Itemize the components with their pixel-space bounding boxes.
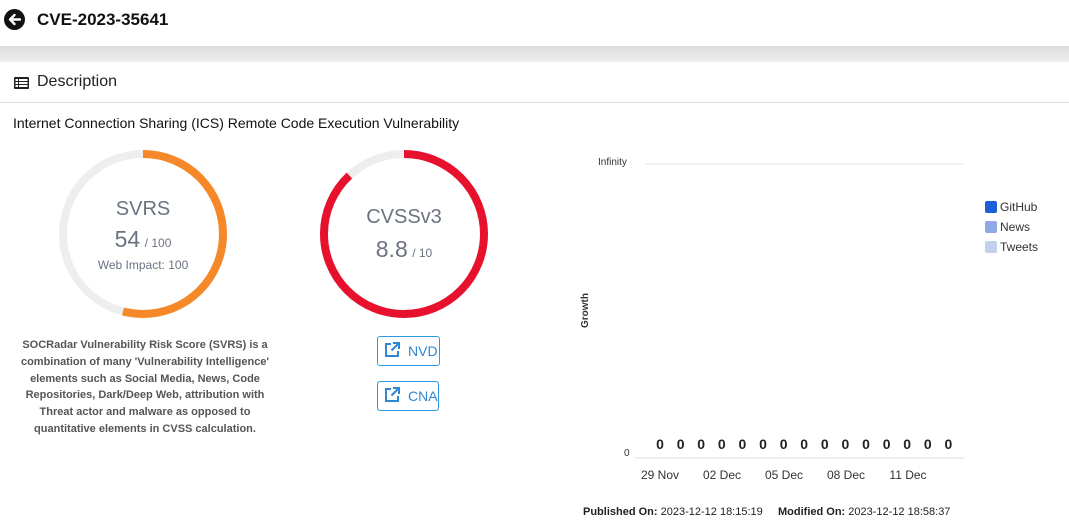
- bar-value-label: 0: [780, 436, 788, 452]
- legend-item-github[interactable]: GitHub: [985, 197, 1038, 217]
- bar-value-label: 0: [842, 436, 850, 452]
- y-tick-label-top: Infinity: [598, 157, 627, 168]
- legend-swatch-github: [985, 201, 997, 213]
- section-title: Description: [37, 73, 118, 90]
- bar-value-label: 0: [800, 436, 808, 452]
- bar-value-label: 0: [903, 436, 911, 452]
- y-axis-label: Growth: [580, 293, 591, 328]
- modified-label: Modified On:: [778, 506, 846, 518]
- svrs-gauge: SVRS 54 / 100 Web Impact: 100: [57, 148, 229, 320]
- nvd-link-label: NVD: [408, 343, 438, 359]
- published-label: Published On:: [583, 506, 658, 518]
- growth-chart-svg: Infinity 0 Growth 000000000000000 29 Nov…: [580, 157, 964, 482]
- y-tick-label-bottom: 0: [624, 448, 630, 459]
- x-tick-label: 08 Dec: [827, 468, 865, 482]
- bar-value-label: 0: [677, 436, 685, 452]
- svrs-score-line: 54 / 100: [57, 226, 229, 253]
- x-tick-label: 29 Nov: [641, 468, 679, 482]
- published-value: 2023-12-12 18:15:19: [660, 506, 763, 518]
- external-link-icon: [378, 341, 408, 362]
- header-divider: [0, 46, 1069, 62]
- x-tick-labels: 29 Nov 02 Dec 05 Dec 08 Dec 11 Dec: [641, 468, 927, 482]
- growth-chart: Infinity 0 Growth 000000000000000 29 Nov…: [570, 140, 1069, 520]
- legend-item-tweets[interactable]: Tweets: [985, 237, 1038, 257]
- cvss-gauge-arc: [320, 150, 488, 318]
- cvss-label: CVSSv3: [366, 206, 442, 228]
- svrs-label: SVRS: [115, 198, 171, 220]
- page-title: CVE-2023-35641: [37, 10, 169, 29]
- description-section-header: Description: [0, 62, 1069, 103]
- bar-value-label: 0: [924, 436, 932, 452]
- bar-value-label: 0: [883, 436, 891, 452]
- cvss-gauge: CVSSv3 8.8 / 10: [318, 148, 490, 320]
- cvss-score-line: 8.8 / 10: [318, 236, 490, 263]
- svrs-web-impact: Web Impact: 100: [97, 258, 189, 272]
- bar-value-label: 0: [718, 436, 726, 452]
- x-tick-label: 02 Dec: [703, 468, 741, 482]
- cna-link-label: CNA: [408, 388, 438, 404]
- bar-value-label: 0: [759, 436, 767, 452]
- vulnerability-description: Internet Connection Sharing (ICS) Remote…: [13, 115, 460, 131]
- list-icon: [14, 76, 29, 94]
- published-date: Published On: 2023-12-12 18:15:19: [583, 505, 763, 519]
- bar-value-label: 0: [862, 436, 870, 452]
- value-labels: 000000000000000: [656, 436, 952, 452]
- modified-value: 2023-12-12 18:58:37: [848, 506, 951, 518]
- top-bar: CVE-2023-35641: [0, 0, 1069, 46]
- cvss-max: / 10: [412, 246, 433, 260]
- external-link-icon: [378, 386, 408, 407]
- svrs-max: / 100: [144, 236, 172, 250]
- svrs-explanation: SOCRadar Vulnerability Risk Score (SVRS)…: [20, 339, 270, 435]
- nvd-link-button[interactable]: NVD: [377, 336, 440, 366]
- svrs-score: 54: [114, 226, 141, 252]
- modified-date: Modified On: 2023-12-12 18:58:37: [778, 505, 950, 519]
- cna-link-button[interactable]: CNA: [377, 381, 439, 411]
- bar-value-label: 0: [945, 436, 953, 452]
- cvss-score: 8.8: [375, 236, 408, 262]
- arrow-left-circle-icon[interactable]: [4, 9, 25, 30]
- x-tick-label: 05 Dec: [765, 468, 803, 482]
- legend-swatch-news: [985, 221, 997, 233]
- legend-label-github: GitHub: [1000, 200, 1038, 214]
- legend-label-tweets: Tweets: [1000, 240, 1039, 254]
- legend-item-news[interactable]: News: [985, 217, 1038, 237]
- bar-value-label: 0: [739, 436, 747, 452]
- bar-value-label: 0: [697, 436, 705, 452]
- bar-value-label: 0: [821, 436, 829, 452]
- legend-label-news: News: [1000, 220, 1031, 234]
- chart-legend: GitHub News Tweets: [985, 197, 1038, 257]
- bar-value-label: 0: [656, 436, 664, 452]
- legend-swatch-tweets: [985, 241, 997, 253]
- x-tick-label: 11 Dec: [889, 468, 926, 482]
